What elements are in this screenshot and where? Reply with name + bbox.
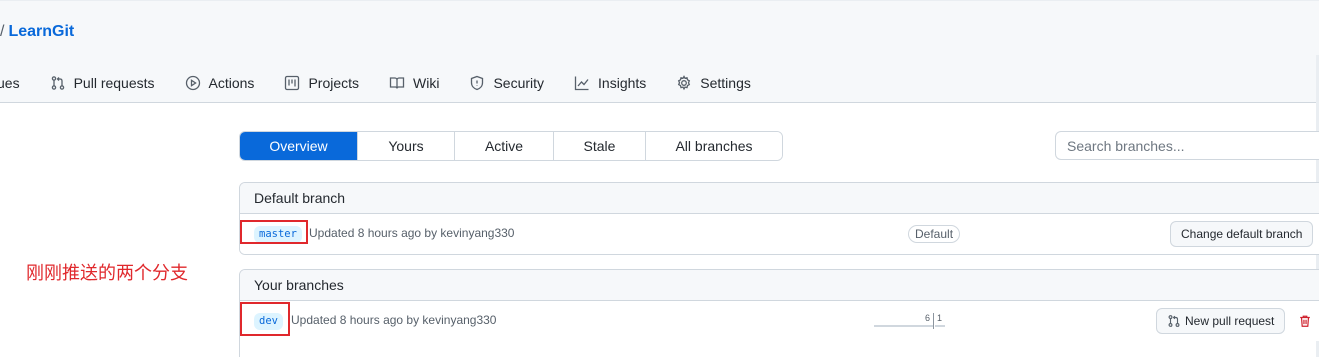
- delete-branch-button[interactable]: [1298, 314, 1312, 328]
- default-branch-box: Default branch master Updated 8 hours ag…: [239, 182, 1319, 255]
- tab-all-branches[interactable]: All branches: [646, 132, 782, 160]
- change-default-branch-button[interactable]: Change default branch: [1170, 221, 1314, 247]
- new-pull-request-label: New pull request: [1185, 314, 1275, 328]
- ahead-count: 1: [937, 313, 943, 323]
- tab-projects-label: Projects: [308, 75, 360, 91]
- tab-actions[interactable]: Actions: [185, 71, 255, 95]
- tab-overview[interactable]: Overview: [240, 132, 358, 160]
- repo-title: / LearnGit: [0, 23, 74, 41]
- new-pull-request-button[interactable]: New pull request: [1156, 308, 1286, 334]
- tab-pull-requests-label: Pull requests: [73, 75, 155, 91]
- behind-bar: [874, 325, 933, 327]
- tab-active[interactable]: Active: [455, 132, 554, 160]
- pull-request-icon: [1168, 315, 1180, 327]
- ahead-bar: [935, 325, 945, 327]
- repo-name-link[interactable]: LearnGit: [8, 23, 74, 40]
- default-label-badge: Default: [908, 225, 961, 243]
- ahead-behind-divider: [933, 313, 934, 329]
- tab-wiki-label: Wiki: [413, 75, 440, 91]
- default-branch-heading: Default branch: [240, 183, 1319, 214]
- repo-nav: ues Pull requests Actions Projects Wiki …: [0, 71, 781, 95]
- gear-icon: [678, 75, 691, 91]
- repo-header: / LearnGit ues Pull requests Actions Proj…: [0, 0, 1319, 103]
- tab-settings-label: Settings: [700, 75, 751, 91]
- graph-icon: [574, 76, 589, 91]
- tab-security-label: Security: [493, 75, 545, 91]
- tab-stale[interactable]: Stale: [554, 132, 646, 160]
- project-icon: [285, 75, 300, 91]
- tab-projects[interactable]: Projects: [284, 71, 359, 95]
- annotation-box-master: [240, 220, 308, 244]
- tab-issues[interactable]: ues: [0, 71, 20, 95]
- repo-separator: /: [0, 23, 5, 40]
- tab-settings[interactable]: Settings: [676, 71, 751, 95]
- tab-wiki[interactable]: Wiki: [389, 71, 439, 95]
- shield-icon: [471, 75, 484, 91]
- branch-row-dev: dev Updated 8 hours ago by kevinyang330 …: [240, 301, 1319, 341]
- search-branches-input[interactable]: [1055, 131, 1319, 160]
- pull-request-icon: [51, 76, 64, 90]
- tab-insights[interactable]: Insights: [574, 71, 646, 95]
- tab-issues-label: ues: [0, 75, 20, 91]
- play-icon: [185, 75, 200, 91]
- tab-actions-label: Actions: [208, 75, 255, 91]
- annotation-text: 刚刚推送的两个分支: [26, 263, 188, 284]
- tab-insights-label: Insights: [598, 75, 647, 91]
- tab-pull-requests[interactable]: Pull requests: [50, 71, 155, 95]
- your-branches-heading: Your branches: [240, 270, 1319, 301]
- tab-yours[interactable]: Yours: [358, 132, 455, 160]
- your-branches-box: Your branches dev Updated 8 hours ago by…: [239, 269, 1319, 357]
- branch-updated-text: Updated 8 hours ago by kevinyang330: [309, 226, 515, 240]
- change-default-branch-label: Change default branch: [1181, 227, 1303, 241]
- tab-security[interactable]: Security: [469, 71, 544, 95]
- trash-icon: [1300, 315, 1310, 327]
- annotation-box-dev: [240, 302, 290, 336]
- branch-row-master: master Updated 8 hours ago by kevinyang3…: [240, 214, 1319, 254]
- ahead-behind-indicator: 6 1: [874, 313, 994, 331]
- branch-filter-tabs: Overview Yours Active Stale All branches: [239, 131, 783, 161]
- branch-updated-text: Updated 8 hours ago by kevinyang330: [291, 313, 497, 327]
- book-icon: [389, 77, 405, 89]
- behind-count: 6: [925, 313, 931, 323]
